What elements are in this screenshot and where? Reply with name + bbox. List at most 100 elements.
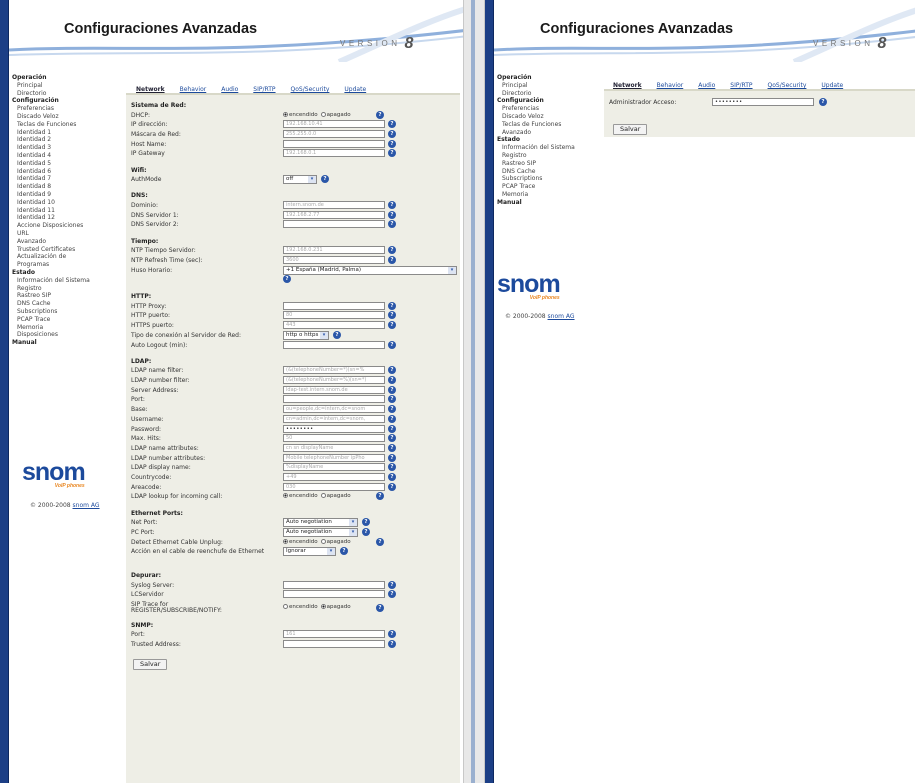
help-icon[interactable]: ? — [388, 340, 396, 349]
menu-item[interactable]: Identidad 2 — [12, 136, 90, 144]
radio-off[interactable] — [320, 604, 326, 609]
menu-item[interactable]: Registro — [497, 152, 575, 160]
menu-item[interactable]: Identidad 11 — [12, 207, 90, 215]
menu-item[interactable]: Identidad 1 — [12, 129, 90, 137]
menu-item[interactable]: Disposiciones — [12, 331, 90, 339]
help-icon[interactable]: ? — [388, 385, 396, 394]
help-icon[interactable]: ? — [388, 246, 396, 255]
help-icon[interactable]: ? — [388, 201, 396, 209]
dropdown-select[interactable]: Auto negotiation ▾ — [283, 518, 358, 528]
dropdown-select[interactable]: Ignorar ▾ — [283, 547, 336, 557]
tab-update[interactable]: Update — [342, 86, 368, 93]
help-icon[interactable]: ? — [388, 630, 396, 639]
text-field[interactable]: 50 — [283, 434, 385, 443]
help-icon[interactable]: ? — [388, 220, 396, 229]
menu-item[interactable]: Identidad 3 — [12, 144, 90, 152]
help-icon[interactable]: ? — [388, 149, 396, 158]
help-icon[interactable]: ? — [388, 453, 396, 462]
help-icon[interactable]: ? — [321, 175, 329, 184]
menu-item[interactable]: Accione Disposiciones — [12, 222, 90, 230]
menu-item[interactable]: Teclas de Funciones — [12, 121, 90, 129]
help-icon[interactable]: ? — [388, 639, 396, 648]
text-field[interactable] — [283, 395, 385, 404]
help-icon[interactable]: ? — [388, 376, 396, 384]
dropdown-select[interactable]: http o https ▾ — [283, 330, 329, 340]
tab-behavior[interactable]: Behavior — [178, 86, 209, 93]
help-icon[interactable]: ? — [388, 366, 396, 375]
help-icon[interactable]: ? — [388, 414, 396, 423]
snom-ag-link[interactable]: snom AG — [73, 502, 100, 509]
text-field[interactable]: 161 — [283, 630, 385, 639]
help-icon[interactable]: ? — [388, 130, 396, 138]
radio-group[interactable]: encendido apagado — [283, 604, 351, 610]
help-icon[interactable]: ? — [388, 321, 396, 330]
tab-network[interactable]: Network — [134, 86, 167, 93]
help-icon[interactable]: ? — [388, 311, 396, 320]
help-icon[interactable]: ? — [388, 301, 396, 310]
radio-on[interactable] — [283, 493, 288, 499]
help-icon[interactable]: ? — [388, 120, 396, 129]
snom-ag-link[interactable]: snom AG — [548, 313, 575, 320]
menu-item[interactable]: Preferencias — [12, 105, 90, 113]
menu-item[interactable]: Directorio — [12, 90, 90, 98]
help-icon[interactable]: ? — [376, 537, 384, 546]
dropdown-select[interactable]: off ▾ — [283, 175, 317, 185]
help-icon[interactable]: ? — [376, 110, 384, 119]
help-icon[interactable]: ? — [283, 274, 291, 283]
menu-item[interactable]: Identidad 7 — [12, 175, 90, 183]
dropdown-select[interactable]: Auto negotiation ▾ — [283, 527, 358, 537]
text-field[interactable]: 192.168.2.77 — [283, 210, 385, 219]
menu-item[interactable]: Preferencias — [497, 105, 575, 113]
menu-item[interactable]: Información del Sistema — [497, 144, 575, 152]
password-field[interactable]: •••••••• — [283, 424, 385, 433]
text-field[interactable] — [283, 590, 385, 599]
menu-item[interactable]: Discado Veloz — [12, 113, 90, 121]
text-field[interactable] — [283, 340, 385, 349]
menu-item[interactable]: DNS Cache — [12, 300, 90, 308]
help-icon[interactable]: ? — [333, 330, 341, 339]
radio-on[interactable] — [283, 111, 288, 117]
menu-item[interactable]: URL — [12, 230, 90, 238]
help-icon[interactable]: ? — [388, 463, 396, 472]
tab-update[interactable]: Update — [819, 82, 845, 89]
tab-siprtp[interactable]: SIP/RTP — [728, 82, 754, 89]
help-icon[interactable]: ? — [376, 492, 384, 501]
text-field[interactable] — [283, 139, 385, 148]
menu-item[interactable]: Actualización de — [12, 253, 90, 261]
text-field[interactable]: 192.168.10.41 — [283, 120, 385, 129]
menu-item[interactable]: PCAP Trace — [12, 316, 90, 324]
menu-item[interactable]: Subscriptions — [497, 175, 575, 183]
menu-item[interactable]: Discado Veloz — [497, 113, 575, 121]
help-icon[interactable]: ? — [362, 527, 370, 536]
menu-item[interactable]: Identidad 8 — [12, 183, 90, 191]
text-field[interactable]: 3600 — [283, 255, 385, 264]
menu-item[interactable]: Rastreo SIP — [497, 160, 575, 168]
menu-item[interactable]: Memoria — [12, 324, 90, 332]
text-field[interactable]: intern.snom.de — [283, 201, 385, 209]
help-icon[interactable]: ? — [340, 547, 348, 556]
help-icon[interactable]: ? — [388, 434, 396, 443]
menu-item[interactable]: Trusted Certificates — [12, 246, 90, 254]
help-icon[interactable]: ? — [388, 405, 396, 414]
tab-audio[interactable]: Audio — [219, 86, 240, 93]
menu-item[interactable]: Identidad 5 — [12, 160, 90, 168]
radio-group[interactable]: encendido apagado — [283, 493, 351, 499]
radio-on[interactable] — [283, 538, 288, 544]
save-button[interactable]: Salvar — [133, 658, 168, 670]
text-field[interactable]: ldap-test.intern.snom.de — [283, 385, 385, 394]
radio-off[interactable] — [320, 111, 326, 117]
text-field[interactable] — [283, 580, 385, 589]
radio-group[interactable]: encendido apagado — [283, 538, 351, 545]
text-field[interactable]: 255.255.0.0 — [283, 130, 385, 138]
help-icon[interactable]: ? — [388, 590, 396, 599]
tab-qossecurity[interactable]: QoS/Security — [289, 86, 332, 93]
radio-on[interactable] — [283, 604, 288, 609]
menu-item[interactable]: Identidad 9 — [12, 191, 90, 199]
menu-item[interactable]: Identidad 6 — [12, 168, 90, 176]
menu-item[interactable]: Avanzado — [12, 238, 90, 246]
admin-password-field[interactable]: •••••••• — [712, 98, 814, 106]
help-icon[interactable]: ? — [819, 98, 827, 106]
menu-item[interactable]: Identidad 10 — [12, 199, 90, 207]
text-field[interactable]: 030 — [283, 482, 385, 491]
text-field[interactable]: 192.168.0.1 — [283, 149, 385, 158]
